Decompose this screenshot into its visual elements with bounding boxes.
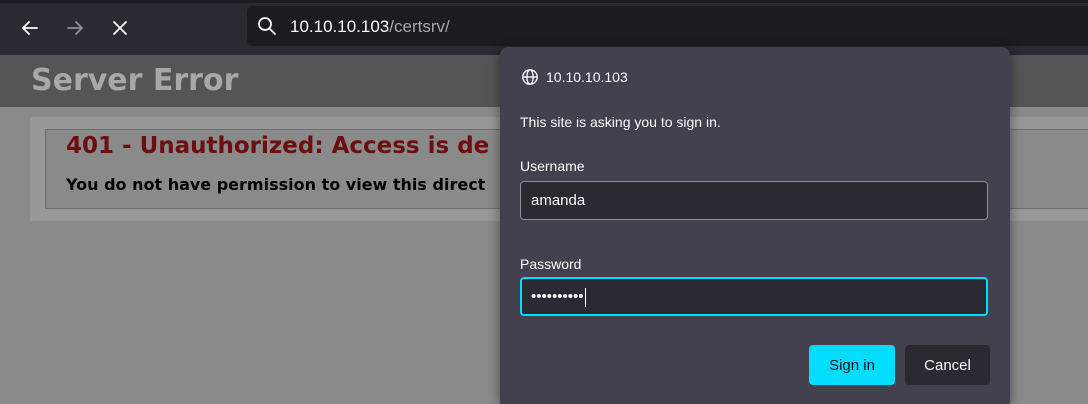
username-value: amanda	[531, 192, 586, 209]
username-field[interactable]: amanda	[520, 181, 988, 220]
dialog-origin: 10.10.10.103	[521, 68, 628, 86]
text-caret	[584, 287, 586, 307]
url-text: 10.10.10.103/certsrv/	[290, 17, 450, 37]
sign-in-dialog: 10.10.10.103 This site is asking you to …	[500, 47, 1010, 404]
address-bar[interactable]: 10.10.10.103/certsrv/	[247, 6, 1088, 46]
dialog-origin-text: 10.10.10.103	[546, 69, 628, 85]
cancel-button[interactable]: Cancel	[905, 345, 990, 385]
page-title: Server Error	[31, 63, 239, 98]
back-button[interactable]	[14, 12, 46, 44]
tab-strip-edge	[0, 0, 1088, 3]
error-message: You do not have permission to view this …	[66, 175, 486, 194]
username-label: Username	[520, 158, 585, 174]
sign-in-button[interactable]: Sign in	[809, 345, 895, 385]
search-icon	[258, 17, 276, 35]
error-title: 401 - Unauthorized: Access is de	[66, 133, 490, 159]
stop-button[interactable]	[104, 12, 136, 44]
globe-icon	[522, 69, 538, 85]
password-field[interactable]: ••••••••••	[520, 277, 988, 316]
forward-button[interactable]	[59, 12, 91, 44]
close-icon	[113, 21, 127, 35]
password-value: ••••••••••	[531, 288, 584, 305]
password-label: Password	[520, 256, 582, 272]
back-arrow-icon	[22, 21, 38, 35]
url-path: /certsrv/	[389, 17, 450, 36]
forward-arrow-icon	[67, 21, 83, 35]
dialog-prompt: This site is asking you to sign in.	[520, 114, 721, 130]
url-host: 10.10.10.103	[290, 17, 390, 36]
